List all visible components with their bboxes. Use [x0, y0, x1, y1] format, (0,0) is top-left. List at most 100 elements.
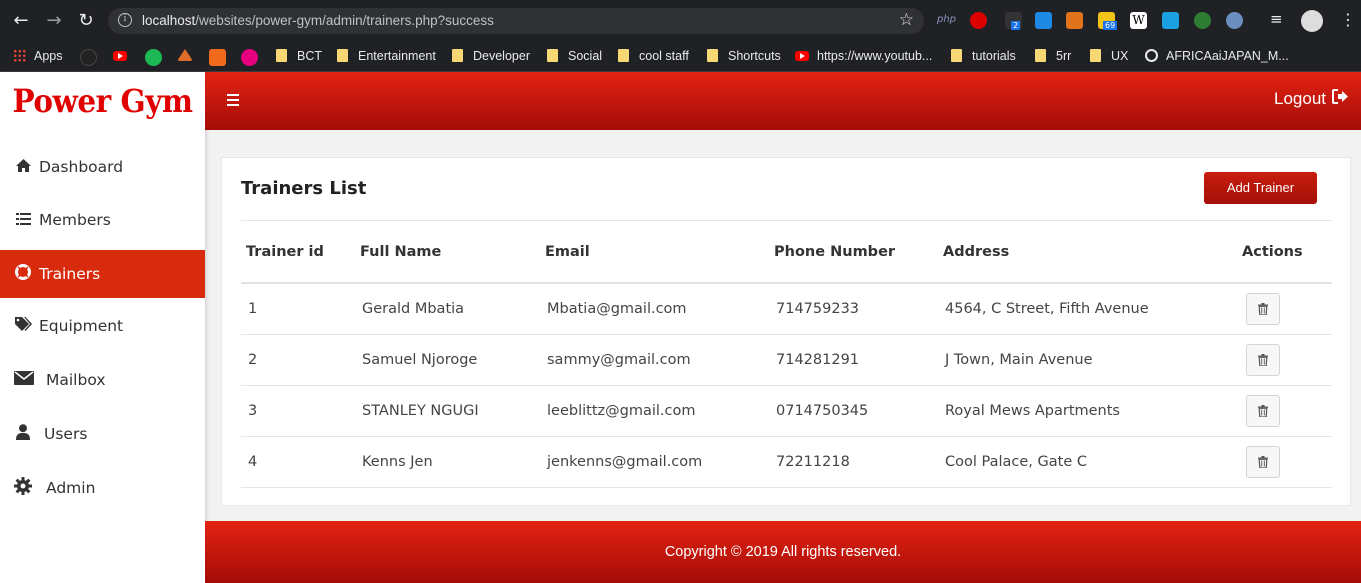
- logout-button[interactable]: Logout: [1274, 89, 1349, 109]
- cell-phone: 714281291: [769, 334, 938, 386]
- sidebar-item-users[interactable]: Users: [0, 410, 205, 458]
- sidebar-item-label: Equipment: [39, 317, 124, 335]
- sidebar-item-trainers[interactable]: Trainers: [0, 250, 205, 298]
- folder-icon: [337, 49, 348, 62]
- cell-full-name: STANLEY NGUGI: [355, 385, 540, 437]
- bookmark-folder[interactable]: tutorials: [951, 46, 1016, 66]
- extension-icon[interactable]: [1194, 12, 1211, 29]
- profile-avatar[interactable]: [1301, 10, 1323, 32]
- top-header: Logout: [205, 72, 1361, 130]
- back-icon[interactable]: ←: [10, 10, 32, 32]
- delete-button[interactable]: [1246, 343, 1280, 376]
- bookmark-folder[interactable]: cool staff: [618, 46, 689, 66]
- cell-full-name: Gerald Mbatia: [355, 283, 540, 335]
- reload-icon[interactable]: ↻: [75, 10, 97, 32]
- brand-logo[interactable]: Power Gym: [8, 82, 197, 120]
- bookmark-folder[interactable]: BCT: [276, 46, 322, 66]
- bookmark-link[interactable]: AFRICAaiJAPAN_M...: [1145, 46, 1289, 66]
- cell-address: Royal Mews Apartments: [938, 385, 1237, 437]
- sidebar-item-label: Mailbox: [46, 371, 106, 389]
- bookmark-youtube-link[interactable]: https://www.youtub...: [795, 46, 932, 66]
- column-header-actions: Actions: [1237, 221, 1332, 284]
- browser-menu-icon[interactable]: ⋮: [1340, 10, 1357, 29]
- column-header-full-name[interactable]: Full Name: [355, 221, 540, 284]
- delete-button[interactable]: [1246, 394, 1280, 427]
- bookmark-folder[interactable]: 5rr: [1035, 46, 1071, 66]
- cell-email: sammy@gmail.com: [540, 334, 769, 386]
- cell-full-name: Samuel Njoroge: [355, 334, 540, 386]
- folder-icon: [276, 49, 287, 62]
- bookmark-folder[interactable]: Entertainment: [337, 46, 436, 66]
- apps-grid-icon: [13, 49, 26, 62]
- folder-icon: [707, 49, 718, 62]
- cell-actions: [1237, 283, 1332, 335]
- cell-phone: 714759233: [769, 283, 938, 335]
- url-text: localhost/websites/power-gym/admin/train…: [142, 13, 494, 28]
- bookmark-favicon[interactable]: [177, 49, 193, 61]
- hamburger-menu-icon[interactable]: [227, 94, 239, 106]
- playlist-icon[interactable]: ≡: [1270, 10, 1287, 28]
- column-header-phone[interactable]: Phone Number: [769, 221, 938, 284]
- trash-icon: [1258, 302, 1268, 315]
- bookmark-youtube[interactable]: [113, 46, 135, 66]
- folder-icon: [1035, 49, 1046, 62]
- delete-button[interactable]: [1246, 445, 1280, 478]
- bookmark-folder[interactable]: Social: [547, 46, 602, 66]
- table-row: 1 Gerald Mbatia Mbatia@gmail.com 7147592…: [241, 283, 1332, 335]
- sidebar-item-mailbox[interactable]: Mailbox: [0, 356, 205, 404]
- browser-toolbar: ← → ↻ i localhost/websites/power-gym/adm…: [0, 0, 1361, 42]
- bookmark-folder[interactable]: Developer: [452, 46, 530, 66]
- folder-icon: [547, 49, 558, 62]
- bookmark-folder[interactable]: UX: [1090, 46, 1128, 66]
- address-bar[interactable]: i localhost/websites/power-gym/admin/tra…: [108, 8, 924, 34]
- extension-icon[interactable]: 69: [1098, 12, 1118, 30]
- list-icon: [14, 211, 32, 229]
- extension-icon[interactable]: [1162, 12, 1179, 29]
- copyright-text: Copyright © 2019 All rights reserved.: [664, 544, 902, 560]
- php-extension-icon[interactable]: php: [937, 14, 957, 31]
- forward-icon[interactable]: →: [43, 10, 65, 32]
- youtube-icon: [113, 51, 127, 61]
- column-header-trainer-id[interactable]: Trainer id: [241, 221, 355, 284]
- sidebar-item-label: Dashboard: [39, 158, 124, 176]
- sidebar-item-admin[interactable]: Admin: [0, 464, 205, 512]
- bookmark-favicon[interactable]: [241, 49, 258, 66]
- cell-full-name: Kenns Jen: [355, 436, 540, 488]
- sublime-extension-icon[interactable]: [1066, 12, 1083, 29]
- column-header-email[interactable]: Email: [540, 221, 769, 284]
- cell-trainer-id: 1: [241, 283, 355, 335]
- extension-badge: 2: [1011, 21, 1021, 30]
- page-title: Trainers List: [241, 178, 367, 199]
- extension-icon[interactable]: 2: [1005, 12, 1022, 30]
- folder-icon: [452, 49, 463, 62]
- adblock-extension-icon[interactable]: [970, 12, 987, 29]
- bookmark-apps[interactable]: Apps: [13, 46, 63, 66]
- lifebuoy-icon: [14, 264, 32, 284]
- bookmark-favicon[interactable]: [209, 49, 226, 66]
- sidebar-item-dashboard[interactable]: Dashboard: [0, 143, 205, 191]
- wikipedia-extension-icon[interactable]: W: [1130, 12, 1147, 29]
- logout-label: Logout: [1274, 89, 1326, 108]
- trash-icon: [1258, 455, 1268, 468]
- footer: Copyright © 2019 All rights reserved.: [205, 521, 1361, 583]
- column-header-address[interactable]: Address: [938, 221, 1237, 284]
- add-trainer-button[interactable]: Add Trainer: [1204, 172, 1317, 204]
- cell-email: leeblittz@gmail.com: [540, 385, 769, 437]
- sidebar-item-equipment[interactable]: Equipment: [0, 302, 205, 350]
- table-row: 3 STANLEY NGUGI leeblittz@gmail.com 0714…: [241, 385, 1332, 437]
- bookmarks-bar: Apps BCT Entertainment Developer Social …: [0, 42, 1361, 72]
- extension-icon[interactable]: [1226, 12, 1243, 29]
- folder-icon: [1090, 49, 1101, 62]
- bookmark-favicon[interactable]: [145, 49, 162, 66]
- bookmark-favicon[interactable]: [80, 49, 97, 66]
- site-info-icon[interactable]: i: [118, 13, 132, 27]
- sidebar-item-label: Users: [44, 425, 88, 443]
- delete-button[interactable]: [1246, 292, 1280, 325]
- trainers-table: Trainer id Full Name Email Phone Number …: [241, 221, 1332, 488]
- bookmark-star-icon[interactable]: ☆: [899, 10, 914, 30]
- bookmark-folder[interactable]: Shortcuts: [707, 46, 781, 66]
- sign-out-icon: [1332, 89, 1349, 109]
- sidebar-item-members[interactable]: Members: [0, 196, 205, 244]
- tags-icon: [14, 317, 32, 335]
- extension-icon[interactable]: [1035, 12, 1052, 29]
